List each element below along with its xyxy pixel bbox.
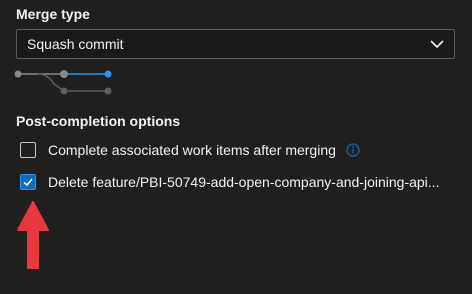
chevron-down-icon bbox=[430, 37, 444, 51]
complete-work-items-checkbox[interactable] bbox=[20, 142, 36, 158]
complete-work-items-option[interactable]: Complete associated work items after mer… bbox=[20, 142, 360, 158]
checkmark-icon bbox=[23, 178, 33, 187]
squash-commit-diagram-icon bbox=[14, 70, 112, 95]
complete-work-items-label: Complete associated work items after mer… bbox=[48, 142, 336, 158]
delete-branch-label: Delete feature/PBI-50749-add-open-compan… bbox=[48, 174, 440, 190]
delete-branch-option[interactable]: Delete feature/PBI-50749-add-open-compan… bbox=[20, 174, 439, 190]
delete-branch-checkbox[interactable] bbox=[20, 174, 36, 190]
merge-type-label: Merge type bbox=[16, 6, 90, 22]
post-completion-options-label: Post-completion options bbox=[16, 113, 181, 129]
merge-type-selected-value: Squash commit bbox=[27, 36, 124, 52]
red-arrow-up-icon bbox=[17, 201, 49, 269]
info-icon[interactable] bbox=[346, 143, 360, 157]
merge-type-dropdown[interactable]: Squash commit bbox=[16, 29, 455, 59]
